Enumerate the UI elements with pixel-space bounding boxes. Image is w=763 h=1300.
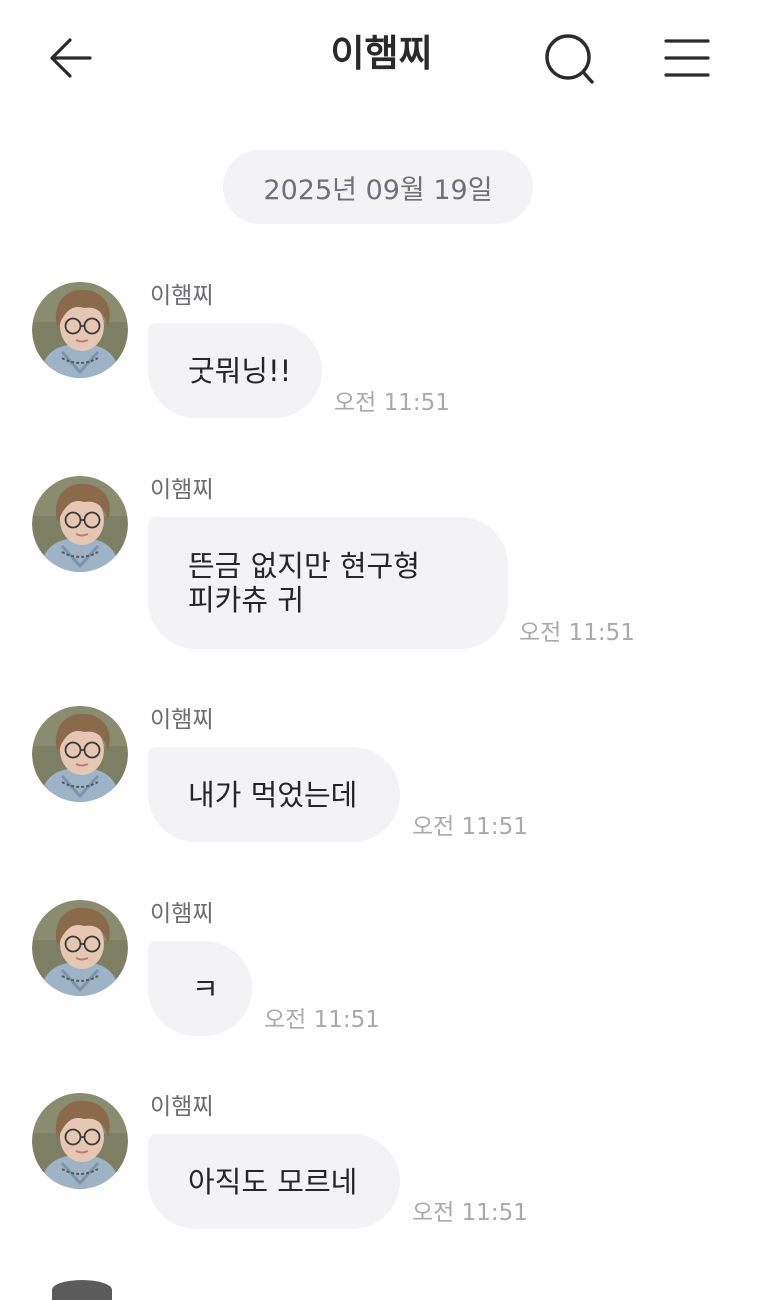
sender-name: 이햄찌	[150, 901, 214, 927]
date-divider: 2025년 09월 19일	[223, 150, 533, 224]
menu-button[interactable]	[658, 28, 716, 88]
avatar[interactable]	[32, 476, 128, 572]
avatar-photo	[32, 282, 128, 378]
chat-title: 이햄찌	[330, 32, 433, 75]
message-bubble[interactable]: ㅋ	[148, 941, 252, 1036]
message-time: 오전 11:51	[264, 1007, 380, 1033]
sender-name: 이햄찌	[150, 477, 214, 503]
avatar-photo	[32, 1093, 128, 1189]
message-bubble[interactable]: 아직도 모르네	[148, 1134, 400, 1229]
search-icon	[545, 34, 594, 84]
message-time: 오전 11:51	[412, 814, 528, 840]
message-bubble[interactable]: 굿뭐닝!!	[148, 323, 322, 418]
sender-name: 이햄찌	[150, 707, 214, 733]
message-text: ㅋ	[192, 972, 219, 1006]
avatar[interactable]	[32, 900, 128, 996]
message-bubble[interactable]: 뜬금 없지만 현구형 피카츄 귀	[148, 517, 508, 649]
message-text: 아직도 모르네	[188, 1165, 358, 1199]
sender-name: 이햄찌	[150, 283, 214, 309]
avatar-photo	[32, 706, 128, 802]
message-time: 오전 11:51	[519, 620, 635, 646]
menu-icon	[664, 39, 710, 77]
message-text: 뜬금 없지만 현구형	[188, 549, 420, 583]
message-bubble[interactable]: 내가 먹었는데	[148, 747, 400, 842]
avatar-photo	[32, 476, 128, 572]
message-time: 오전 11:51	[412, 1200, 528, 1226]
message-text: 굿뭐닝!!	[188, 354, 292, 388]
search-button[interactable]	[538, 28, 604, 90]
sender-name: 이햄찌	[150, 1094, 214, 1120]
avatar[interactable]	[32, 1093, 128, 1189]
avatar[interactable]	[32, 282, 128, 378]
avatar[interactable]	[32, 706, 128, 802]
message-text: 피카츄 귀	[188, 583, 304, 617]
message-text: 내가 먹었는데	[188, 778, 358, 812]
avatar-partial	[52, 1280, 112, 1300]
chat-header: 이햄찌	[0, 0, 763, 115]
message-time: 오전 11:51	[334, 390, 450, 416]
avatar-photo	[32, 900, 128, 996]
